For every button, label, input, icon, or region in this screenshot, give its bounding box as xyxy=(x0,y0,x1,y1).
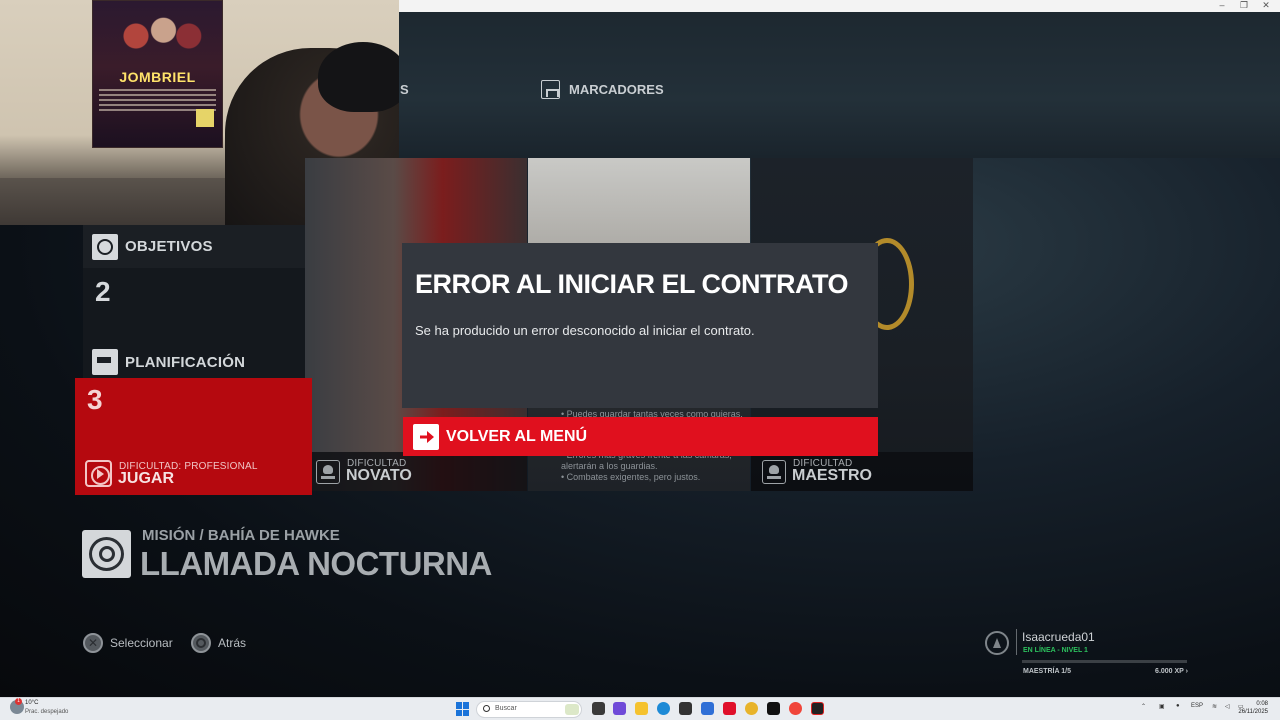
target-icon xyxy=(92,233,118,260)
profile-divider xyxy=(1016,629,1017,655)
profile-status: EN LÍNEA - NIVEL 1 xyxy=(1023,647,1088,654)
task-view-icon[interactable] xyxy=(592,702,605,715)
novato-label: NOVATO xyxy=(346,467,412,484)
planificacion-label: PLANIFICACIÓN xyxy=(125,353,246,371)
copilot-icon[interactable] xyxy=(613,702,626,715)
close-window-button[interactable]: ✕ xyxy=(1256,0,1276,12)
edge-icon[interactable] xyxy=(657,702,670,715)
maestro-footer[interactable]: DIFICULTAD MAESTRO xyxy=(751,452,973,491)
tab-partial[interactable]: S xyxy=(400,82,409,97)
clock-time: 0:08 xyxy=(1256,701,1268,707)
restore-button[interactable]: ❐ xyxy=(1234,0,1254,12)
microphone-icon[interactable]: ● xyxy=(1176,703,1180,709)
back-control-hint[interactable]: Atrás xyxy=(191,633,246,653)
poster-artwork xyxy=(103,7,213,65)
clock[interactable]: 0:08 26/11/2025 xyxy=(1238,700,1268,716)
screen: – ❐ ✕ S MARCADORES JOMBRIEL DIFICULTAD N… xyxy=(0,0,1280,720)
profile-avatar-icon[interactable] xyxy=(985,631,1009,655)
streamer-hair xyxy=(318,42,399,112)
game-app-icon[interactable] xyxy=(767,702,780,715)
search-highlight-icon xyxy=(565,704,579,715)
bullet-line: alertarán a los guardias. xyxy=(561,461,658,471)
tab-marcadores-label: MARCADORES xyxy=(569,81,664,97)
wall-poster: JOMBRIEL xyxy=(92,0,223,148)
select-label: Seleccionar xyxy=(110,636,173,650)
epic-games-icon[interactable] xyxy=(811,702,824,715)
objetivos-label: OBJETIVOS xyxy=(125,238,213,255)
maestro-label: MAESTRO xyxy=(792,467,872,484)
mastery-label: MAESTRÍA 1/5 xyxy=(1023,668,1071,675)
mission-target-icon xyxy=(82,530,131,578)
mission-title: LLAMADA NOCTURNA xyxy=(140,545,492,582)
store-icon[interactable] xyxy=(679,702,692,715)
game-window-titlebar: – ❐ ✕ xyxy=(399,0,1280,12)
volume-icon[interactable]: ◁ xyxy=(1225,703,1230,710)
pistol-icon xyxy=(92,349,118,375)
select-control-hint[interactable]: ✕ Seleccionar xyxy=(83,633,173,653)
poster-qr-icon xyxy=(196,109,214,127)
clock-date: 26/11/2025 xyxy=(1238,709,1268,715)
poster-title: JOMBRIEL xyxy=(119,69,196,85)
back-to-menu-label: VOLVER AL MENÚ xyxy=(446,427,588,445)
arrow-right-icon xyxy=(413,423,439,450)
weather-description[interactable]: Prac. despejado xyxy=(25,709,68,715)
search-icon xyxy=(483,705,490,712)
windows-taskbar: 1 10°C Prac. despejado Buscar ⌃ ▣ ● ESP … xyxy=(0,697,1280,720)
game-top-menu-bar xyxy=(399,12,1280,158)
mastery-progress-bar xyxy=(1022,660,1187,663)
notification-badge: 1 xyxy=(15,698,22,705)
menu-objetivos[interactable]: OBJETIVOS xyxy=(83,225,305,268)
play-button[interactable]: 3 DIFICULTAD: PROFESIONAL JUGAR xyxy=(75,378,312,495)
profile-name: Isaacrueda01 xyxy=(1022,630,1095,644)
back-to-menu-button[interactable]: VOLVER AL MENÚ xyxy=(403,417,878,456)
weather-temp[interactable]: 10°C xyxy=(25,700,38,706)
youtube-icon[interactable] xyxy=(723,702,736,715)
tray-app-icon[interactable]: ▣ xyxy=(1159,703,1165,710)
back-label: Atrás xyxy=(218,636,247,650)
chrome-icon[interactable] xyxy=(745,702,758,715)
wifi-icon[interactable]: ≋ xyxy=(1212,703,1217,710)
menu-planificacion[interactable]: PLANIFICACIÓN xyxy=(83,346,305,378)
error-dialog: ERROR AL INICIAR EL CONTRATO Se ha produ… xyxy=(402,243,878,408)
search-placeholder: Buscar xyxy=(495,705,517,712)
windows-start-icon[interactable] xyxy=(456,702,470,716)
play-icon xyxy=(85,460,112,487)
xp-label: 6.000 XP › xyxy=(1155,668,1188,675)
novato-footer[interactable]: DIFICULTAD NOVATO xyxy=(305,452,527,491)
mission-subtitle: MISIÓN / BAHÍA DE HAWKE xyxy=(142,527,340,544)
taskbar-search[interactable]: Buscar xyxy=(476,701,582,718)
bullet-line: • Combates exigentes, pero justos. xyxy=(561,472,701,482)
tab-marcadores[interactable]: MARCADORES xyxy=(541,79,664,99)
language-indicator[interactable]: ESP xyxy=(1191,703,1203,709)
mail-icon[interactable] xyxy=(701,702,714,715)
planificacion-number: 3 xyxy=(87,384,103,415)
minimize-button[interactable]: – xyxy=(1212,0,1232,12)
skull-crossbones-icon xyxy=(762,460,786,484)
circle-button-icon xyxy=(191,633,211,653)
leaderboard-icon xyxy=(541,79,560,99)
app-icon[interactable] xyxy=(789,702,802,715)
dialog-title: ERROR AL INICIAR EL CONTRATO xyxy=(415,269,849,299)
skull-icon xyxy=(316,460,340,484)
objetivos-body[interactable]: 2 xyxy=(83,268,305,346)
play-label: JUGAR xyxy=(118,470,175,487)
file-explorer-icon[interactable] xyxy=(635,702,648,715)
tray-chevron-icon[interactable]: ⌃ xyxy=(1141,703,1146,710)
dialog-message: Se ha producido un error desconocido al … xyxy=(415,323,755,338)
cross-button-icon: ✕ xyxy=(83,633,103,653)
objetivos-number: 2 xyxy=(95,276,111,307)
